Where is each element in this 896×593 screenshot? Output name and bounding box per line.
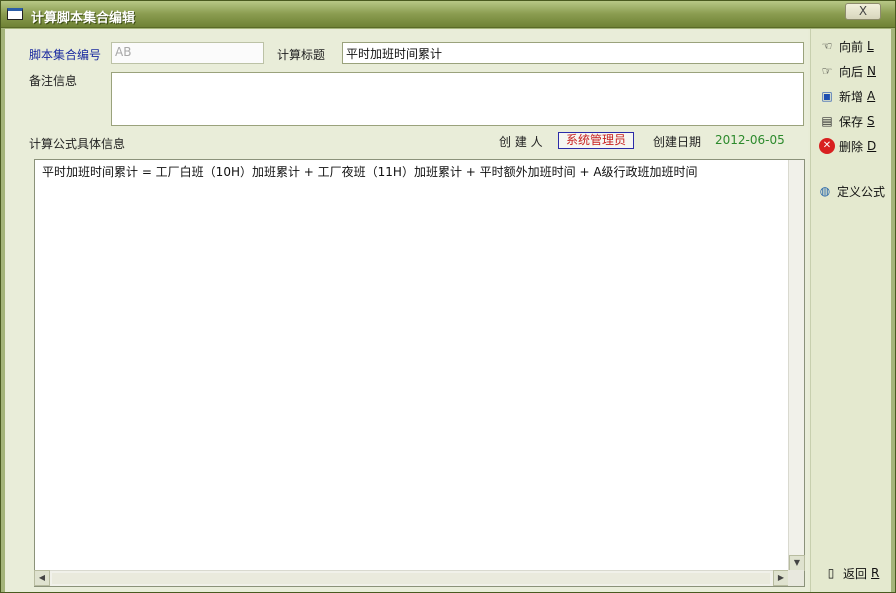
- formula-text: 平时加班时间累计 = 工厂白班（10H）加班累计 + 工厂夜班（11H）加班累计…: [42, 165, 698, 179]
- back-label: 返回: [843, 566, 868, 581]
- next-key: N: [867, 64, 876, 78]
- define-globe-icon: ◍: [819, 184, 831, 198]
- next-hand-icon: ☞: [821, 64, 833, 78]
- close-button[interactable]: X: [845, 3, 881, 20]
- remarks-label: 备注信息: [29, 74, 78, 88]
- delete-key: D: [867, 139, 877, 153]
- collection-no-label: 脚本集合编号: [29, 48, 102, 62]
- calc-title-label: 计算标题: [277, 48, 326, 62]
- scroll-corner: [788, 570, 804, 586]
- created-date-value: 2012-06-05: [715, 133, 785, 147]
- formula-editor[interactable]: 平时加班时间累计 = 工厂白班（10H）加班累计 + 工厂夜班（11H）加班累计…: [34, 159, 805, 587]
- prev-button[interactable]: ☜ 向前 L: [819, 36, 874, 56]
- save-key: S: [867, 114, 875, 128]
- creator-label: 创 建 人: [499, 135, 543, 149]
- dialog-window: 计算脚本集合编辑 X 脚本集合编号 AB 计算标题 平时加班时间累计 备注信息 …: [0, 0, 896, 593]
- prev-label: 向前: [839, 39, 864, 54]
- prev-hand-icon: ☜: [821, 39, 833, 53]
- next-button[interactable]: ☞ 向后 N: [819, 61, 876, 81]
- add-button[interactable]: ▣ 新增 A: [819, 86, 875, 106]
- define-label: 定义公式: [837, 184, 886, 199]
- delete-button[interactable]: ✕ 删除 D: [819, 136, 876, 156]
- window-icon: [7, 8, 23, 20]
- title-bar[interactable]: 计算脚本集合编辑 X: [1, 1, 895, 28]
- scroll-left-button[interactable]: ◀: [34, 570, 50, 586]
- next-label: 向后: [839, 64, 864, 79]
- scroll-down-button[interactable]: ▼: [789, 555, 805, 571]
- save-disk-icon: ▤: [821, 114, 833, 128]
- horizontal-scroll-thumb[interactable]: [52, 573, 770, 584]
- delete-x-icon: ✕: [819, 138, 835, 154]
- save-label: 保存: [839, 114, 864, 129]
- scroll-right-button[interactable]: ▶: [773, 570, 789, 586]
- creator-value: 系统管理员: [558, 132, 634, 149]
- add-label: 新增: [839, 89, 864, 104]
- client-area: 脚本集合编号 AB 计算标题 平时加班时间累计 备注信息 计算公式具体信息 创 …: [5, 29, 891, 592]
- define-formula-button[interactable]: ◍ 定义公式: [817, 181, 885, 201]
- collection-no-field[interactable]: AB: [111, 42, 264, 64]
- delete-label: 删除: [839, 139, 864, 154]
- exit-door-icon: ▯: [827, 566, 835, 580]
- save-button[interactable]: ▤ 保存 S: [819, 111, 875, 131]
- back-key: R: [871, 566, 880, 580]
- back-button[interactable]: ▯ 返回 R: [823, 563, 880, 583]
- add-record-icon: ▣: [821, 89, 833, 103]
- window-title: 计算脚本集合编辑: [31, 11, 136, 26]
- created-date-label: 创建日期: [653, 135, 702, 149]
- calc-title-field[interactable]: 平时加班时间累计: [342, 42, 804, 64]
- action-sidebar: ☜ 向前 L ☞ 向后 N ▣ 新增 A ▤ 保存 S ✕ 删除 D ◍ 定义公…: [810, 29, 891, 592]
- formula-section-label: 计算公式具体信息: [29, 137, 126, 151]
- vertical-scrollbar[interactable]: ▼: [788, 160, 805, 571]
- horizontal-scrollbar[interactable]: ◀ ▶: [34, 570, 789, 586]
- remarks-field[interactable]: [111, 72, 804, 126]
- main-panel: 脚本集合编号 AB 计算标题 平时加班时间累计 备注信息 计算公式具体信息 创 …: [5, 29, 808, 592]
- prev-key: L: [867, 39, 874, 53]
- add-key: A: [867, 89, 876, 103]
